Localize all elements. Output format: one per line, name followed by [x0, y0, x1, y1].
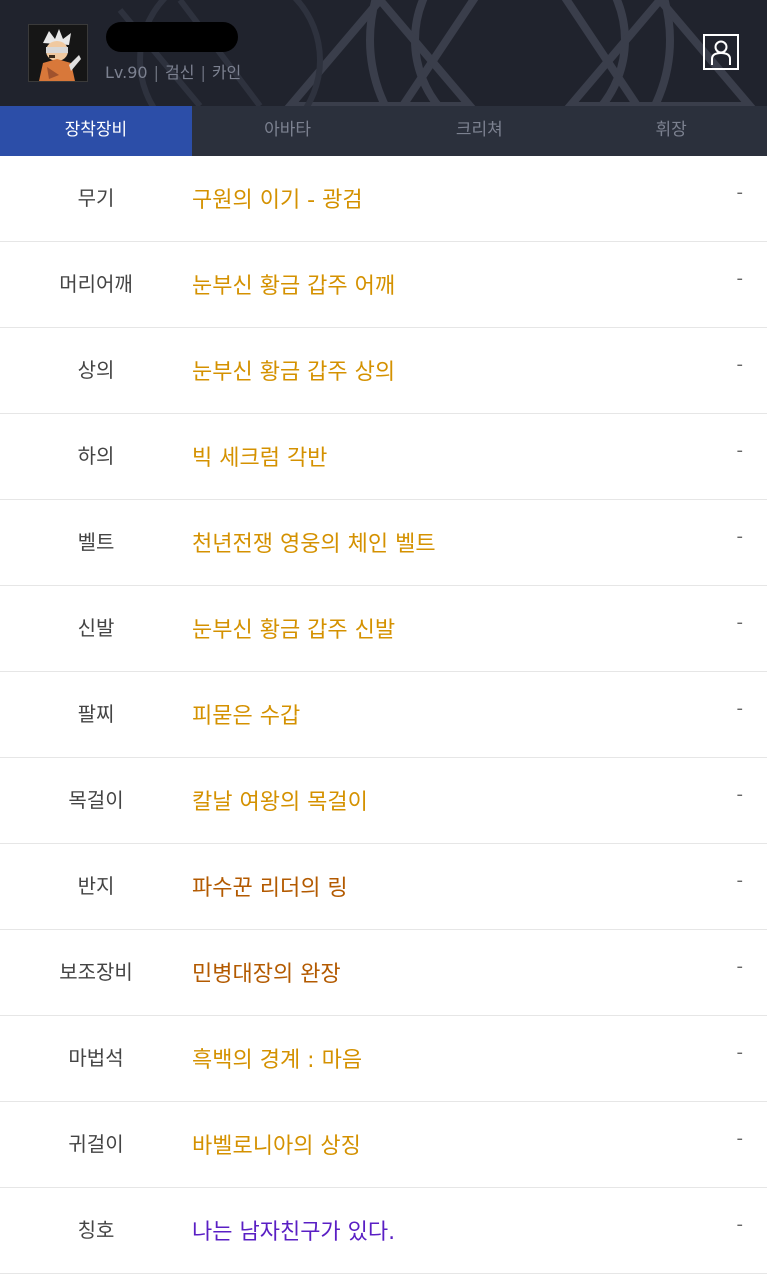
redacted-character-name	[106, 22, 238, 52]
item-name[interactable]: 흑백의 경계 : 마음	[192, 1042, 362, 1074]
slot-label: 상의	[77, 358, 115, 382]
item-name[interactable]: 천년전쟁 영웅의 체인 벨트	[192, 526, 436, 558]
equipment-row[interactable]: 벨트 천년전쟁 영웅의 체인 벨트 -	[0, 500, 767, 586]
character-job: 검신	[164, 63, 195, 82]
equipment-row[interactable]: 머리어깨 눈부신 황금 갑주 어깨 -	[0, 242, 767, 328]
equipment-row[interactable]: 귀걸이 바벨로니아의 상징 -	[0, 1102, 767, 1188]
item-name[interactable]: 민병대장의 완장	[192, 956, 341, 988]
item-name[interactable]: 눈부신 황금 갑주 어깨	[192, 268, 395, 300]
item-name[interactable]: 빅 세크럼 각반	[192, 440, 327, 472]
equipment-row[interactable]: 목걸이 칼날 여왕의 목걸이 -	[0, 758, 767, 844]
slot-label: 머리어깨	[59, 272, 133, 296]
enchant-value: -	[736, 1042, 744, 1063]
enchant-value: -	[736, 870, 744, 891]
enchant-value: -	[736, 784, 744, 805]
item-name[interactable]: 칼날 여왕의 목걸이	[192, 784, 368, 816]
slot-label: 벨트	[77, 530, 115, 554]
enchant-value: -	[736, 354, 744, 375]
enchant-value: -	[736, 268, 744, 289]
equipment-row[interactable]: 무기 구원의 이기 - 광검 -	[0, 156, 767, 242]
item-name[interactable]: 나는 남자친구가 있다.	[192, 1214, 395, 1246]
slot-label: 신발	[77, 616, 115, 640]
profile-button[interactable]	[703, 34, 739, 70]
swordsman-portrait-icon	[29, 25, 87, 81]
item-name[interactable]: 파수꾼 리더의 링	[192, 870, 348, 902]
info-separator: |	[153, 63, 159, 82]
enchant-value: -	[736, 956, 744, 977]
equipment-row[interactable]: 신발 눈부신 황금 갑주 신발 -	[0, 586, 767, 672]
item-name[interactable]: 바벨로니아의 상징	[192, 1128, 361, 1160]
item-name[interactable]: 구원의 이기 - 광검	[192, 182, 363, 214]
slot-label: 팔찌	[77, 702, 115, 726]
slot-label: 귀걸이	[68, 1132, 124, 1156]
enchant-value: -	[736, 612, 744, 633]
character-header: Lv.90 | 검신 | 카인	[0, 0, 767, 106]
tab-equipment[interactable]: 장착장비	[0, 106, 192, 156]
enchant-value: -	[736, 1214, 744, 1235]
enchant-value: -	[736, 182, 744, 203]
slot-label: 무기	[77, 186, 115, 210]
tab-creature[interactable]: 크리쳐	[384, 106, 576, 156]
slot-label: 하의	[77, 444, 115, 468]
slot-label: 목걸이	[68, 788, 124, 812]
equipment-list: 무기 구원의 이기 - 광검 - 머리어깨 눈부신 황금 갑주 어깨 - 상의 눈부신 황…	[0, 156, 767, 1274]
tab-emblem[interactable]: 휘장	[575, 106, 767, 156]
person-icon	[711, 40, 731, 65]
enchant-value: -	[736, 526, 744, 547]
item-name[interactable]: 눈부신 황금 갑주 상의	[192, 354, 395, 386]
character-avatar[interactable]	[28, 24, 88, 82]
character-info: Lv.90 | 검신 | 카인	[105, 59, 241, 83]
equipment-row[interactable]: 칭호 나는 남자친구가 있다. -	[0, 1188, 767, 1274]
equipment-row[interactable]: 반지 파수꾼 리더의 링 -	[0, 844, 767, 930]
character-server: 카인	[211, 63, 242, 82]
item-name[interactable]: 눈부신 황금 갑주 신발	[192, 612, 395, 644]
equipment-row[interactable]: 팔찌 피묻은 수갑 -	[0, 672, 767, 758]
equipment-row[interactable]: 보조장비 민병대장의 완장 -	[0, 930, 767, 1016]
info-separator: |	[200, 63, 206, 82]
tab-avatar[interactable]: 아바타	[192, 106, 384, 156]
slot-label: 칭호	[77, 1218, 115, 1242]
character-level: Lv.90	[105, 63, 148, 82]
slot-label: 반지	[77, 874, 115, 898]
equipment-row[interactable]: 하의 빅 세크럼 각반 -	[0, 414, 767, 500]
equipment-row[interactable]: 마법석 흑백의 경계 : 마음 -	[0, 1016, 767, 1102]
item-name[interactable]: 피묻은 수갑	[192, 698, 300, 730]
equipment-tabs: 장착장비 아바타 크리쳐 휘장	[0, 106, 767, 156]
enchant-value: -	[736, 440, 744, 461]
header-background-pattern	[117, 0, 756, 106]
slot-label: 마법석	[68, 1046, 124, 1070]
enchant-value: -	[736, 698, 744, 719]
equipment-row[interactable]: 상의 눈부신 황금 갑주 상의 -	[0, 328, 767, 414]
slot-label: 보조장비	[59, 960, 133, 984]
enchant-value: -	[736, 1128, 744, 1149]
